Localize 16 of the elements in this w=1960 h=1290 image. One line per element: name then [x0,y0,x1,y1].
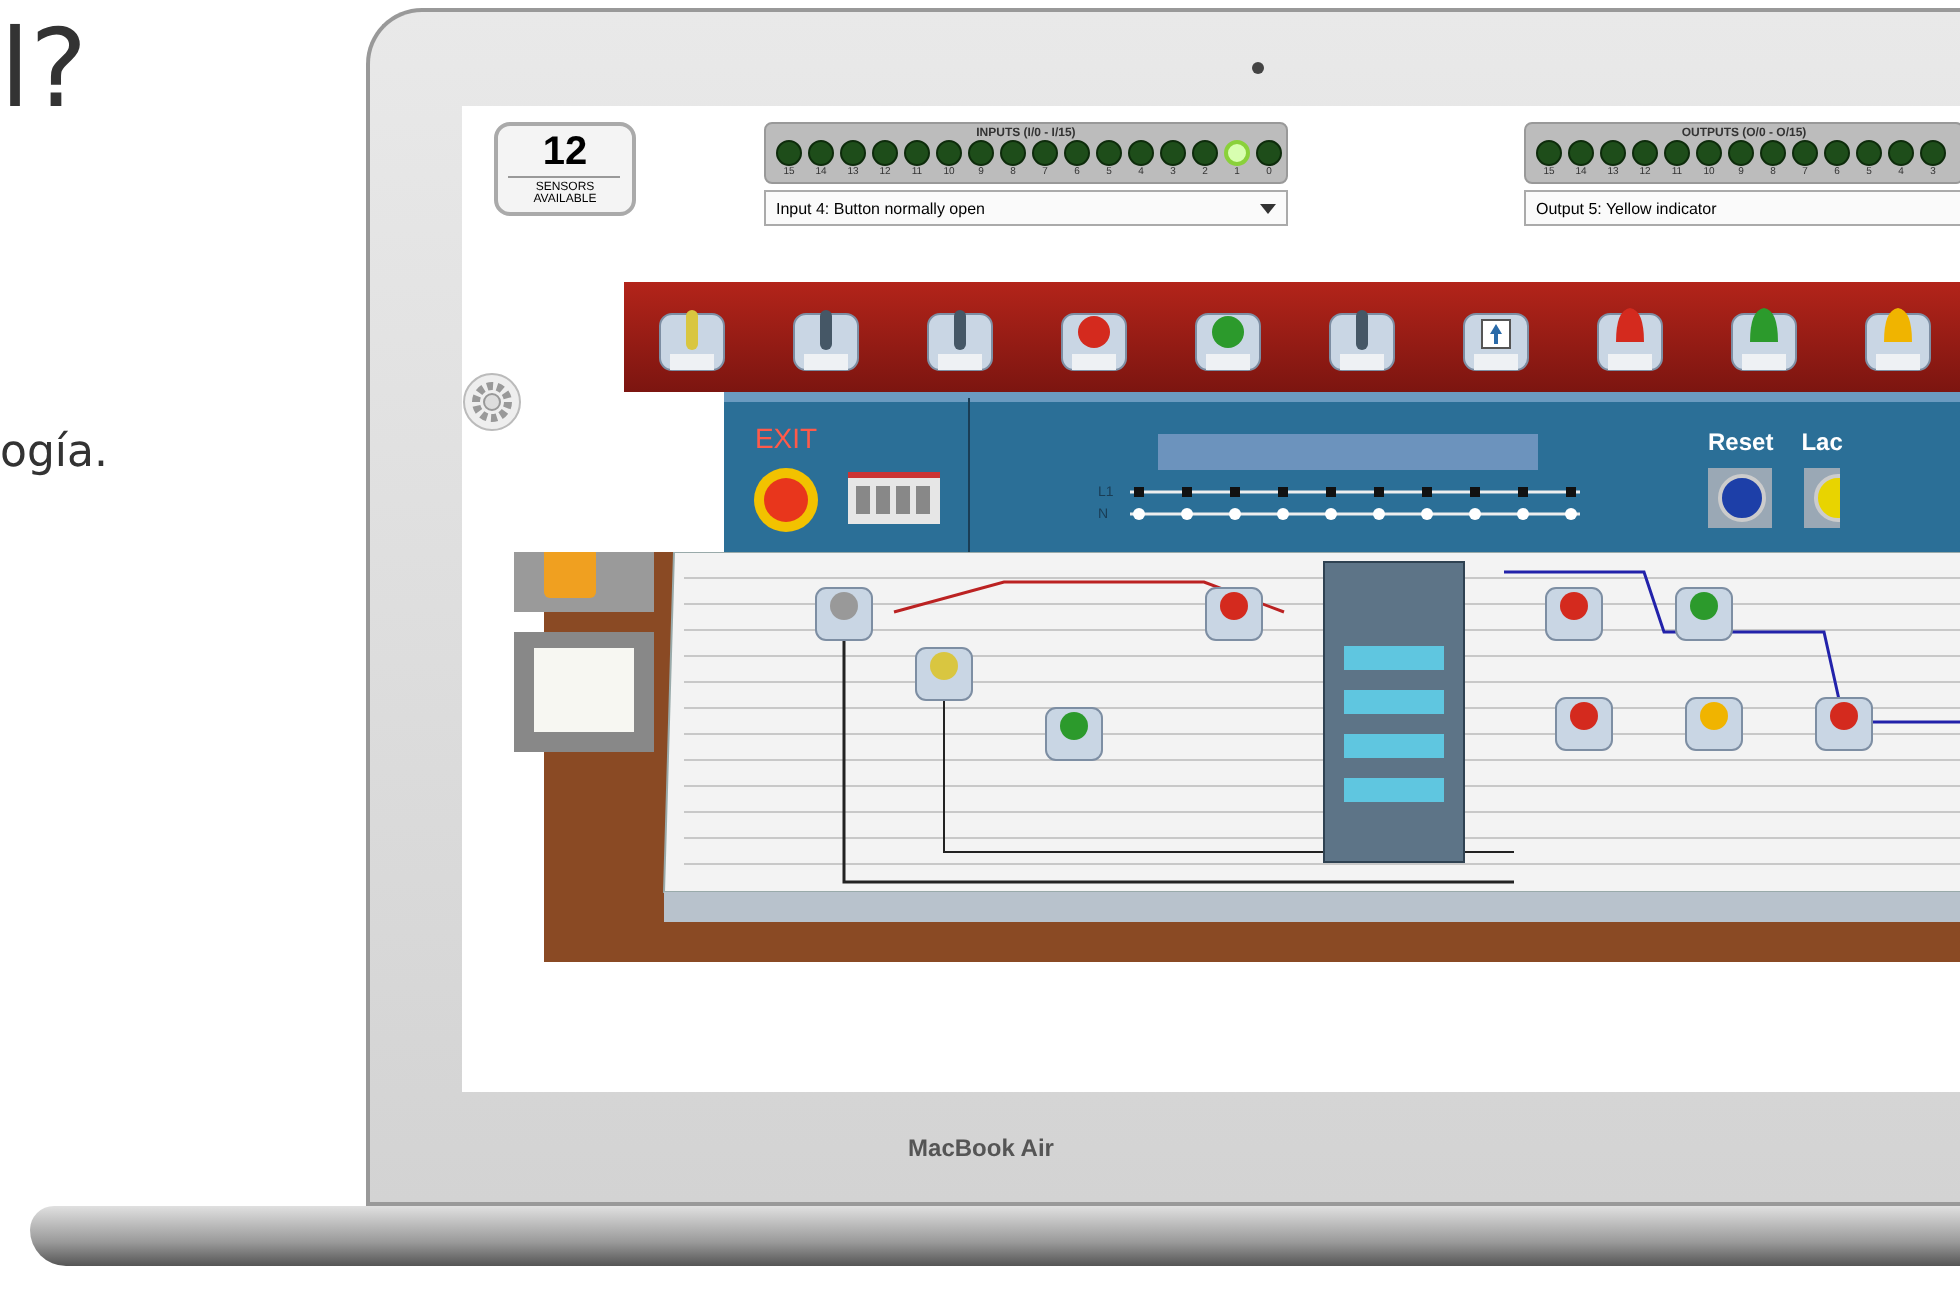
sensor-count: 12 [508,130,621,178]
circuit-breaker-icon [848,471,940,523]
output-dropdown[interactable]: Output 5: Yellow indicator [1523,190,1960,226]
input-dropdown[interactable]: Input 4: Button normally open [763,190,1288,226]
paragraph: ogía. [0,428,109,478]
emergency-stop-button[interactable] [752,465,820,533]
lamp-label: Lac [1801,427,1843,455]
heading: l? [0,4,88,136]
caret-icon [1259,203,1276,213]
laptop-label: MacBook Air [908,1133,1054,1161]
lamp-button[interactable] [1804,467,1841,527]
settings-icon[interactable] [462,372,522,432]
reset-button[interactable] [1708,467,1773,527]
exit-label: EXIT [754,421,818,453]
camera-icon [1252,62,1264,74]
reset-label: Reset [1708,427,1774,455]
